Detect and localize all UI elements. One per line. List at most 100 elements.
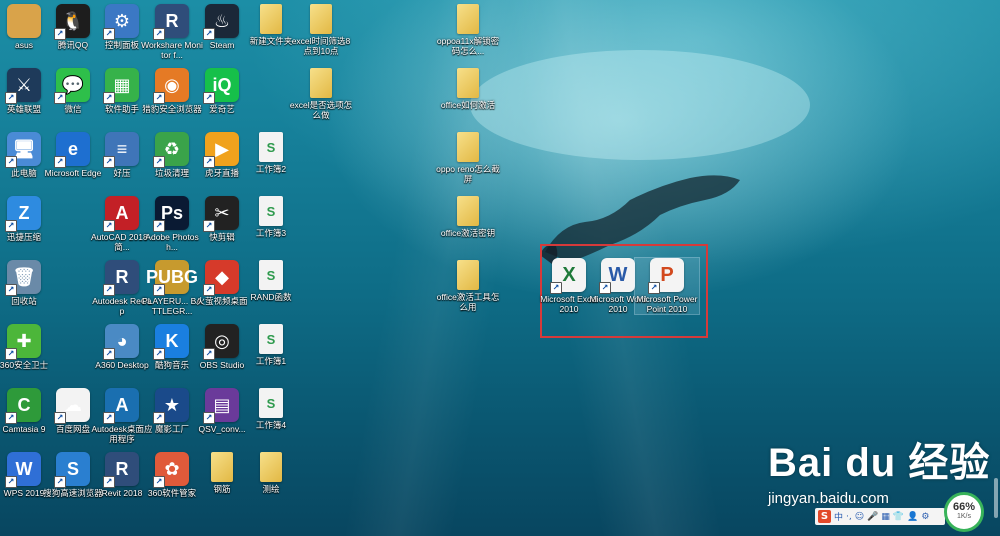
app-icon: Z ↗ — [5, 196, 41, 232]
shortcut-arrow-icon: ↗ — [103, 348, 115, 360]
office-icon[interactable]: P ↗ Microsoft PowerPoint 2010 — [634, 257, 700, 315]
app-icon: ≡ ↗ — [103, 132, 139, 168]
desktop-icon[interactable]: S RAND函数 — [239, 260, 303, 302]
app-icon: ⚔ ↗ — [5, 68, 41, 104]
office-app-icon: X ↗ — [550, 258, 586, 294]
app-icon: e ↗ — [54, 132, 90, 168]
shortcut-arrow-icon: ↗ — [648, 282, 660, 294]
desktop-icon[interactable]: office激活密钥 — [436, 196, 500, 238]
shortcut-arrow-icon: ↗ — [5, 412, 17, 424]
app-icon: ★ ↗ — [153, 388, 189, 424]
folder-icon — [211, 452, 233, 482]
desktop-icon[interactable]: excel时间筛选8点到10点 — [289, 4, 353, 56]
desktop-icon-label: 测绘 — [262, 484, 280, 494]
desktop-icon[interactable]: Z ↗ 迅捷压缩 — [0, 196, 56, 242]
desktop-icon[interactable]: S 工作簿3 — [239, 196, 303, 238]
app-icon: R ↗ — [103, 452, 139, 488]
app-icon: ♨ ↗ — [203, 4, 239, 40]
app-icon: ✂ ↗ — [203, 196, 239, 232]
shortcut-arrow-icon: ↗ — [54, 28, 66, 40]
shortcut-arrow-icon: ↗ — [54, 92, 66, 104]
tray-item[interactable]: ·, — [846, 512, 852, 522]
shortcut-arrow-icon: ↗ — [153, 476, 165, 488]
spreadsheet-icon: S — [259, 132, 283, 162]
speed-rate: 1K/s — [956, 513, 971, 520]
app-icon: Ps ↗ — [153, 196, 189, 232]
desktop-icon-label: 工作簿2 — [255, 164, 287, 174]
desktop-icon[interactable]: S 工作簿4 — [239, 388, 303, 430]
app-icon: ▦ ↗ — [103, 68, 139, 104]
folder-icon — [260, 4, 282, 34]
shortcut-arrow-icon: ↗ — [103, 220, 115, 232]
shortcut-arrow-icon: ↗ — [203, 92, 215, 104]
tray-item[interactable]: S — [818, 510, 831, 523]
app-icon: R ↗ — [153, 4, 189, 40]
shortcut-arrow-icon: ↗ — [103, 412, 115, 424]
tray-item[interactable]: 🎤 — [867, 512, 878, 522]
desktop-icon-label: office如何激活 — [440, 100, 496, 110]
app-icon: ⚙ ↗ — [103, 4, 139, 40]
desktop-icon-label: 迅捷压缩 — [6, 232, 41, 242]
shortcut-arrow-icon: ↗ — [5, 92, 17, 104]
desktop-icon-label: 工作簿1 — [255, 356, 287, 366]
folder-icon — [457, 68, 479, 98]
tray-item[interactable]: 中 — [834, 510, 843, 523]
desktop-icon[interactable]: 测绘 — [239, 452, 303, 494]
desktop-icon[interactable]: ✚ ↗ 360安全卫士 — [0, 324, 56, 370]
scrollbar[interactable] — [994, 478, 998, 518]
app-icon: ✿ ↗ — [153, 452, 189, 488]
desktop-icon-label: office激活工具怎么用 — [436, 292, 500, 312]
app-icon: ☁ ↗ — [54, 388, 90, 424]
desktop-icon[interactable]: S 工作簿2 — [239, 132, 303, 174]
shortcut-arrow-icon: ↗ — [5, 476, 17, 488]
shortcut-arrow-icon: ↗ — [103, 156, 115, 168]
spreadsheet-icon: S — [259, 324, 283, 354]
desktop-icon[interactable]: office如何激活 — [436, 68, 500, 110]
shortcut-arrow-icon: ↗ — [103, 28, 115, 40]
spreadsheet-icon: S — [259, 260, 283, 290]
shortcut-arrow-icon: ↗ — [54, 156, 66, 168]
app-icon: ◎ ↗ — [203, 324, 239, 360]
app-icon: ◕ ↗ — [103, 324, 139, 360]
desktop-icon-label: 360安全卫士 — [0, 360, 49, 370]
shortcut-arrow-icon: ↗ — [203, 156, 215, 168]
app-icon: W ↗ — [5, 452, 41, 488]
shortcut-arrow-icon: ↗ — [203, 28, 215, 40]
desktop-icon-label: 工作簿4 — [255, 420, 287, 430]
tray-item[interactable]: ☺ — [855, 512, 864, 522]
desktop-icon-label: RAND函数 — [250, 292, 292, 302]
app-icon: A ↗ — [103, 388, 139, 424]
shortcut-arrow-icon: ↗ — [203, 348, 215, 360]
shortcut-arrow-icon: ↗ — [5, 348, 17, 360]
shortcut-arrow-icon: ↗ — [54, 412, 66, 424]
network-speed-widget[interactable]: 66% 1K/s — [944, 492, 984, 532]
desktop-icon[interactable]: 🗑 ↗ 回收站 — [0, 260, 56, 306]
folder-icon — [457, 4, 479, 34]
app-icon: R ↗ — [103, 260, 139, 296]
folder-icon — [457, 196, 479, 226]
tray-item[interactable]: ⚙ — [921, 512, 929, 522]
app-icon: 🐧 ↗ — [54, 4, 90, 40]
desktop-icon-label: excel时间筛选8点到10点 — [291, 36, 351, 56]
desktop-icon[interactable]: S 工作簿1 — [239, 324, 303, 366]
desktop-icon[interactable]: excel是否选项怎么做 — [289, 68, 353, 120]
app-icon: ✚ ↗ — [5, 324, 41, 360]
desktop-icon[interactable]: oppoa11x解锁密码怎么... — [436, 4, 500, 56]
shortcut-arrow-icon: ↗ — [153, 348, 165, 360]
office-icon-label: Microsoft PowerPoint 2010 — [636, 294, 698, 314]
shortcut-arrow-icon: ↗ — [103, 284, 115, 296]
shortcut-arrow-icon: ↗ — [153, 28, 165, 40]
desktop-icon-label: 爱奇艺 — [209, 104, 235, 114]
tray-item[interactable]: 👤 — [907, 512, 918, 522]
shortcut-arrow-icon: ↗ — [550, 282, 562, 294]
desktop-icon-label: 工作簿3 — [255, 228, 287, 238]
tray-item[interactable]: ▦ — [881, 512, 890, 522]
input-method-toolbar[interactable]: S 中 ·, ☺ 🎤 ▦ 👕 👤 ⚙ — [815, 508, 945, 525]
desktop-icon[interactable]: oppo reno怎么截屏 — [436, 132, 500, 184]
spreadsheet-icon: S — [259, 196, 283, 226]
tray-item[interactable]: 👕 — [893, 512, 904, 522]
desktop-icon[interactable]: iQ ↗ 爱奇艺 — [190, 68, 254, 114]
shortcut-arrow-icon: ↗ — [153, 284, 165, 296]
desktop-icon[interactable]: office激活工具怎么用 — [436, 260, 500, 312]
shortcut-arrow-icon: ↗ — [5, 284, 17, 296]
